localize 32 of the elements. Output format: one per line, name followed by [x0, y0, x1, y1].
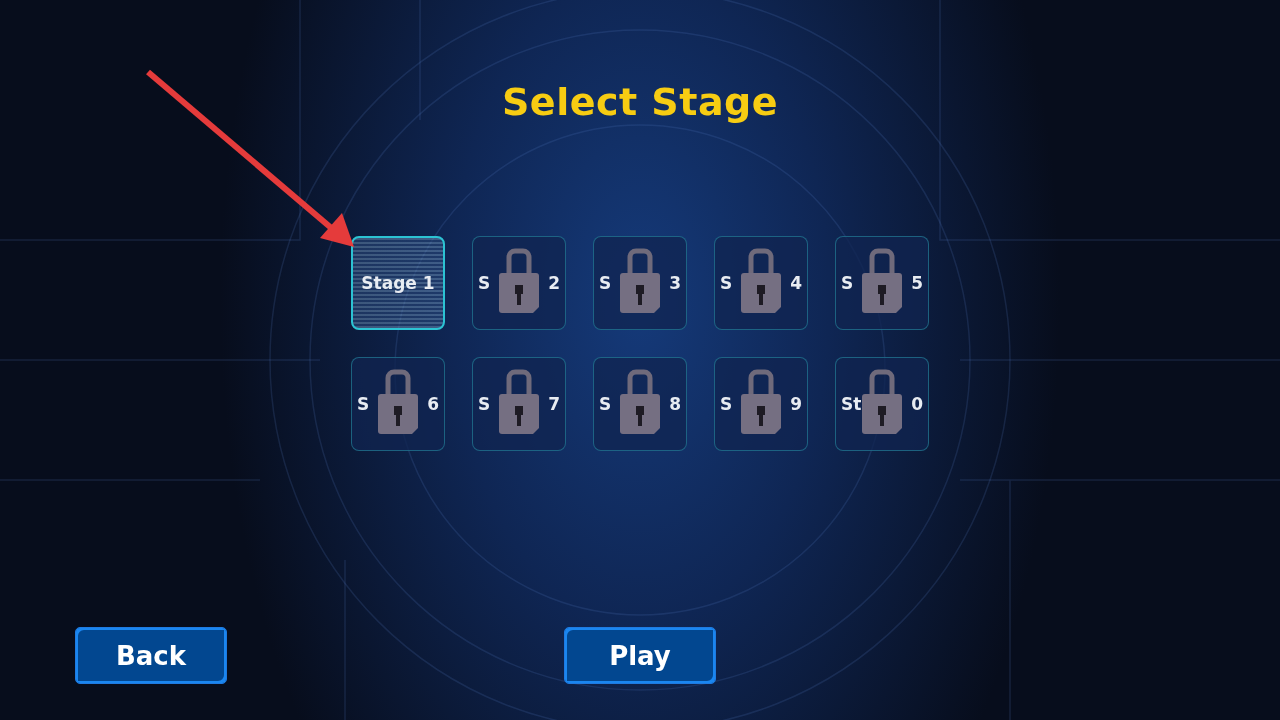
- stage-label: Stage 1: [361, 273, 435, 293]
- stage-label: S: [357, 394, 370, 414]
- stage-label: St: [841, 394, 862, 414]
- stage-label: 2: [548, 273, 560, 293]
- stage-tile[interactable]: S 9: [714, 357, 808, 451]
- stage-label: S: [720, 394, 733, 414]
- stage-label: 4: [790, 273, 802, 293]
- stage-tile[interactable]: Stage 1: [351, 236, 445, 330]
- nav-button[interactable]: Play: [564, 627, 716, 684]
- stage-tile[interactable]: S 8: [593, 357, 687, 451]
- stage-label: S: [720, 273, 733, 293]
- stage-label: S: [599, 273, 612, 293]
- stage-tile[interactable]: St 0: [835, 357, 929, 451]
- stage-tile[interactable]: S 6: [351, 357, 445, 451]
- stage-label: 7: [548, 394, 560, 414]
- stage-tile[interactable]: S 2: [472, 236, 566, 330]
- stage-tile[interactable]: S 3: [593, 236, 687, 330]
- stage-label: 0: [911, 394, 923, 414]
- screen-title: Select Stage: [502, 80, 778, 124]
- stage-label: 9: [790, 394, 802, 414]
- stage-label: 5: [911, 273, 923, 293]
- stage-label: S: [599, 394, 612, 414]
- stage-label: 8: [669, 394, 681, 414]
- stage-tile[interactable]: S 4: [714, 236, 808, 330]
- stage-tile[interactable]: S 7: [472, 357, 566, 451]
- nav-button[interactable]: Back: [75, 627, 227, 684]
- stage-label: 6: [427, 394, 439, 414]
- stage-label: S: [478, 273, 491, 293]
- stage-label: S: [478, 394, 491, 414]
- stage-tile[interactable]: S 5: [835, 236, 929, 330]
- stage-label: 3: [669, 273, 681, 293]
- stage-label: S: [841, 273, 854, 293]
